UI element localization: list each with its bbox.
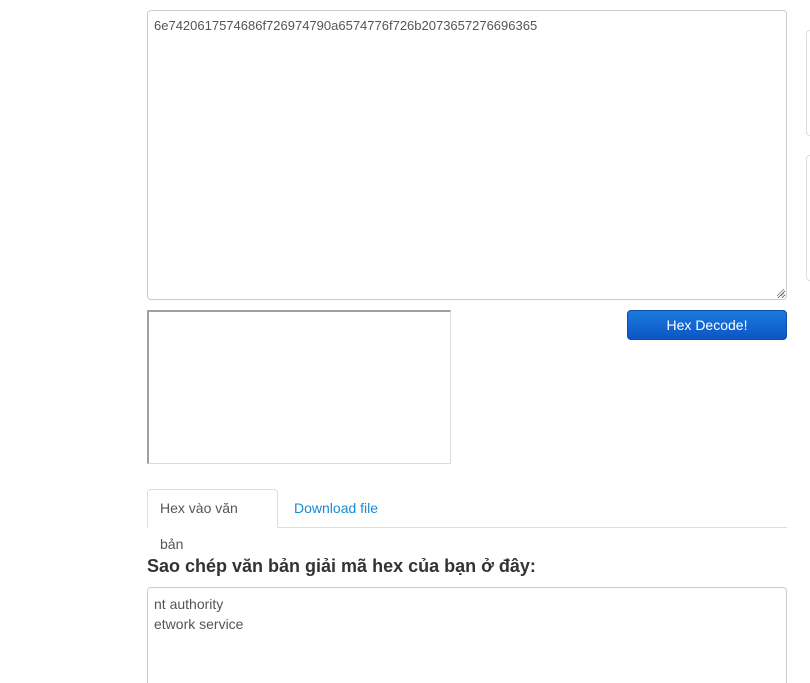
side-panel-edge [806, 30, 810, 136]
hex-decode-button[interactable]: Hex Decode! [627, 310, 787, 340]
output-heading: Sao chép văn bản giải mã hex của bạn ở đ… [147, 556, 536, 576]
tab-bar: Hex vào văn bản Download file [147, 489, 787, 552]
tab-hex-to-text[interactable]: Hex vào văn bản [147, 489, 278, 552]
captcha-frame[interactable] [147, 310, 451, 464]
output-line: nt authority [154, 596, 224, 612]
output-line: etwork service [154, 616, 244, 632]
page: 6e7420617574686f726974790a6574776f726b20… [0, 0, 810, 683]
decoded-output-textarea[interactable]: nt authority etwork service [147, 587, 787, 683]
hex-input-textarea[interactable]: 6e7420617574686f726974790a6574776f726b20… [147, 10, 787, 300]
tab-download-file[interactable]: Download file [281, 489, 391, 527]
side-panel-edge [806, 155, 810, 281]
